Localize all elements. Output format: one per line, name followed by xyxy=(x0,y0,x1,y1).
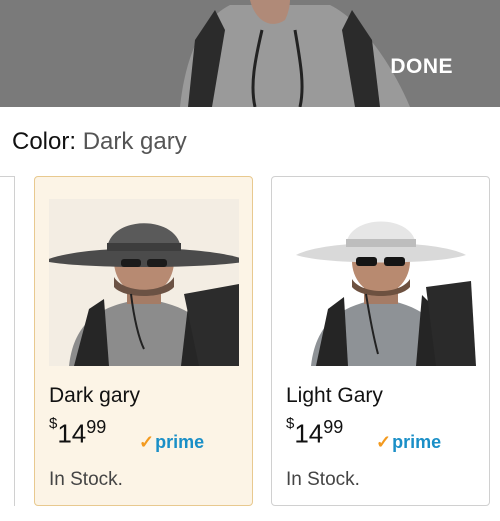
person-backpack-image xyxy=(0,0,500,107)
previous-option-card-edge[interactable] xyxy=(0,176,15,508)
color-label: Color: xyxy=(12,128,77,155)
selected-color-value: Dark gary xyxy=(82,128,187,155)
dark-gray-hat-image xyxy=(49,199,239,366)
option-price: $1499 xyxy=(286,415,344,449)
done-button[interactable]: DONE xyxy=(390,55,453,79)
option-price: $1499 xyxy=(49,415,107,449)
prime-check-icon: ✓ xyxy=(139,432,155,452)
prime-check-icon: ✓ xyxy=(376,432,392,452)
page-bottom xyxy=(0,506,500,521)
color-option-light-gary[interactable]: Light Gary $1499 ✓prime In Stock. xyxy=(271,176,490,506)
light-gray-hat-image xyxy=(286,199,476,366)
color-selector-label: Color: Dark gary xyxy=(12,128,187,156)
option-name: Light Gary xyxy=(286,384,383,407)
prime-badge: ✓prime xyxy=(376,432,442,452)
prime-badge: ✓prime xyxy=(139,432,205,452)
color-option-dark-gary[interactable]: Dark gary $1499 ✓prime In Stock. xyxy=(34,176,253,506)
stock-status: In Stock. xyxy=(286,469,360,490)
stock-status: In Stock. xyxy=(49,469,123,490)
product-image-preview: DONE xyxy=(0,0,500,107)
option-name: Dark gary xyxy=(49,384,141,407)
